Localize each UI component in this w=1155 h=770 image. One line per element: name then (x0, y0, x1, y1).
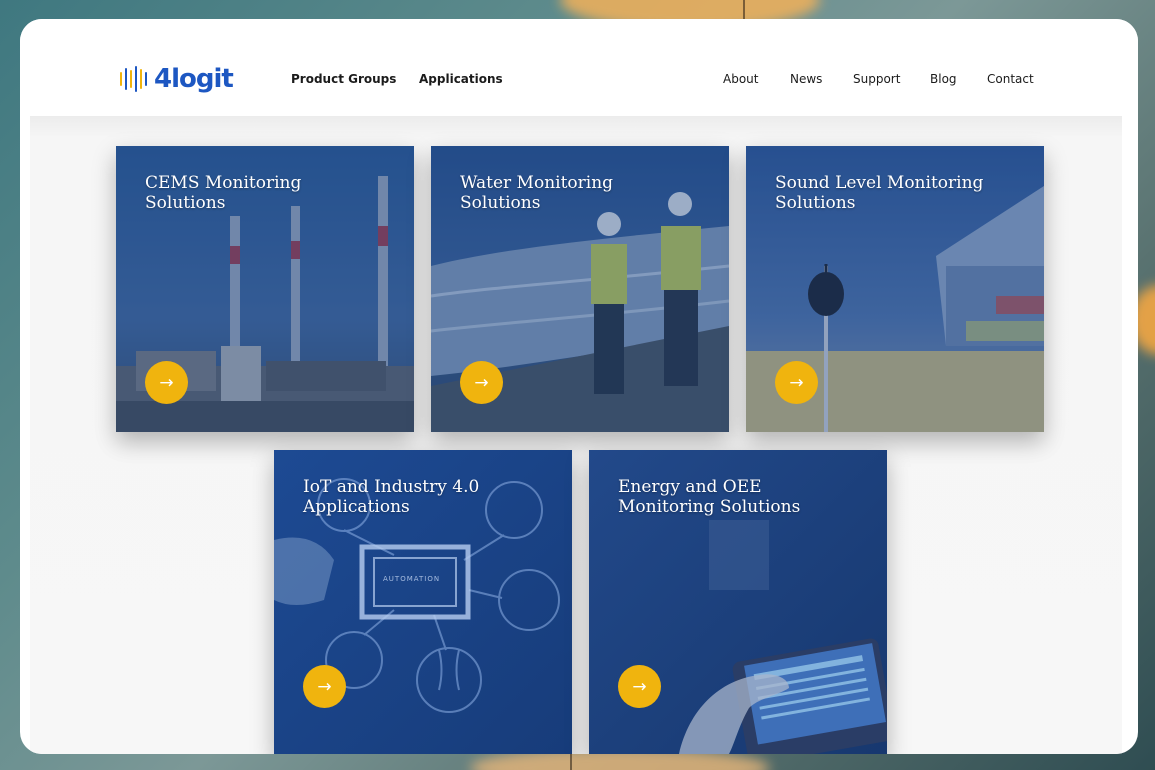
card-title: Water Monitoring Solutions (460, 173, 710, 213)
nav-blog[interactable]: Blog (930, 72, 957, 86)
arrow-right-icon[interactable]: → (145, 361, 188, 404)
logo-bars-icon (120, 66, 147, 92)
arrow-right-icon[interactable]: → (618, 665, 661, 708)
nav-contact[interactable]: Contact (987, 72, 1034, 86)
nav-about[interactable]: About (723, 72, 758, 86)
logo-wordmark: 4logit (154, 64, 234, 94)
card-title: Energy and OEE Monitoring Solutions (618, 477, 868, 517)
card-title-line: Energy and OEE (618, 477, 762, 497)
card-title-line: Monitoring Solutions (618, 497, 801, 517)
card-title: IoT and Industry 4.0 Applications (303, 477, 553, 517)
nav-support[interactable]: Support (853, 72, 900, 86)
solutions-grid: CEMS Monitoring Solutions → Water Monito… (30, 116, 1122, 754)
arrow-right-icon[interactable]: → (460, 361, 503, 404)
card-sound-level-monitoring[interactable]: Sound Level Monitoring Solutions → (746, 146, 1044, 432)
card-title-line: Solutions (775, 193, 856, 213)
card-title-line: Sound Level Monitoring (775, 173, 984, 193)
card-title-line: Water Monitoring (460, 173, 614, 193)
browser-window: 4logit Product Groups Applications About… (20, 19, 1138, 754)
card-cems-monitoring[interactable]: CEMS Monitoring Solutions → (116, 146, 414, 432)
arrow-right-icon[interactable]: → (303, 665, 346, 708)
card-title-line: Solutions (145, 193, 226, 213)
card-title-line: Solutions (460, 193, 541, 213)
automation-label: AUTOMATION (383, 575, 441, 583)
nav-product-groups[interactable]: Product Groups (291, 72, 396, 86)
card-title: CEMS Monitoring Solutions (145, 173, 395, 213)
background-crease (743, 0, 745, 20)
logo[interactable]: 4logit (120, 63, 234, 95)
arrow-right-icon[interactable]: → (775, 361, 818, 404)
card-title-line: Applications (303, 497, 410, 517)
card-title-line: CEMS Monitoring (145, 173, 302, 193)
card-iot-industry[interactable]: AUTOMATION IoT and Industry 4.0 Applicat… (274, 450, 572, 754)
site-header: 4logit Product Groups Applications About… (20, 19, 1138, 116)
card-title: Sound Level Monitoring Solutions (775, 173, 1025, 213)
card-energy-oee-monitoring[interactable]: Energy and OEE Monitoring Solutions → (589, 450, 887, 754)
nav-applications[interactable]: Applications (419, 72, 503, 86)
card-water-monitoring[interactable]: Water Monitoring Solutions → (431, 146, 729, 432)
card-title-line: IoT and Industry 4.0 (303, 477, 480, 497)
background-crease (570, 752, 572, 770)
nav-news[interactable]: News (790, 72, 822, 86)
